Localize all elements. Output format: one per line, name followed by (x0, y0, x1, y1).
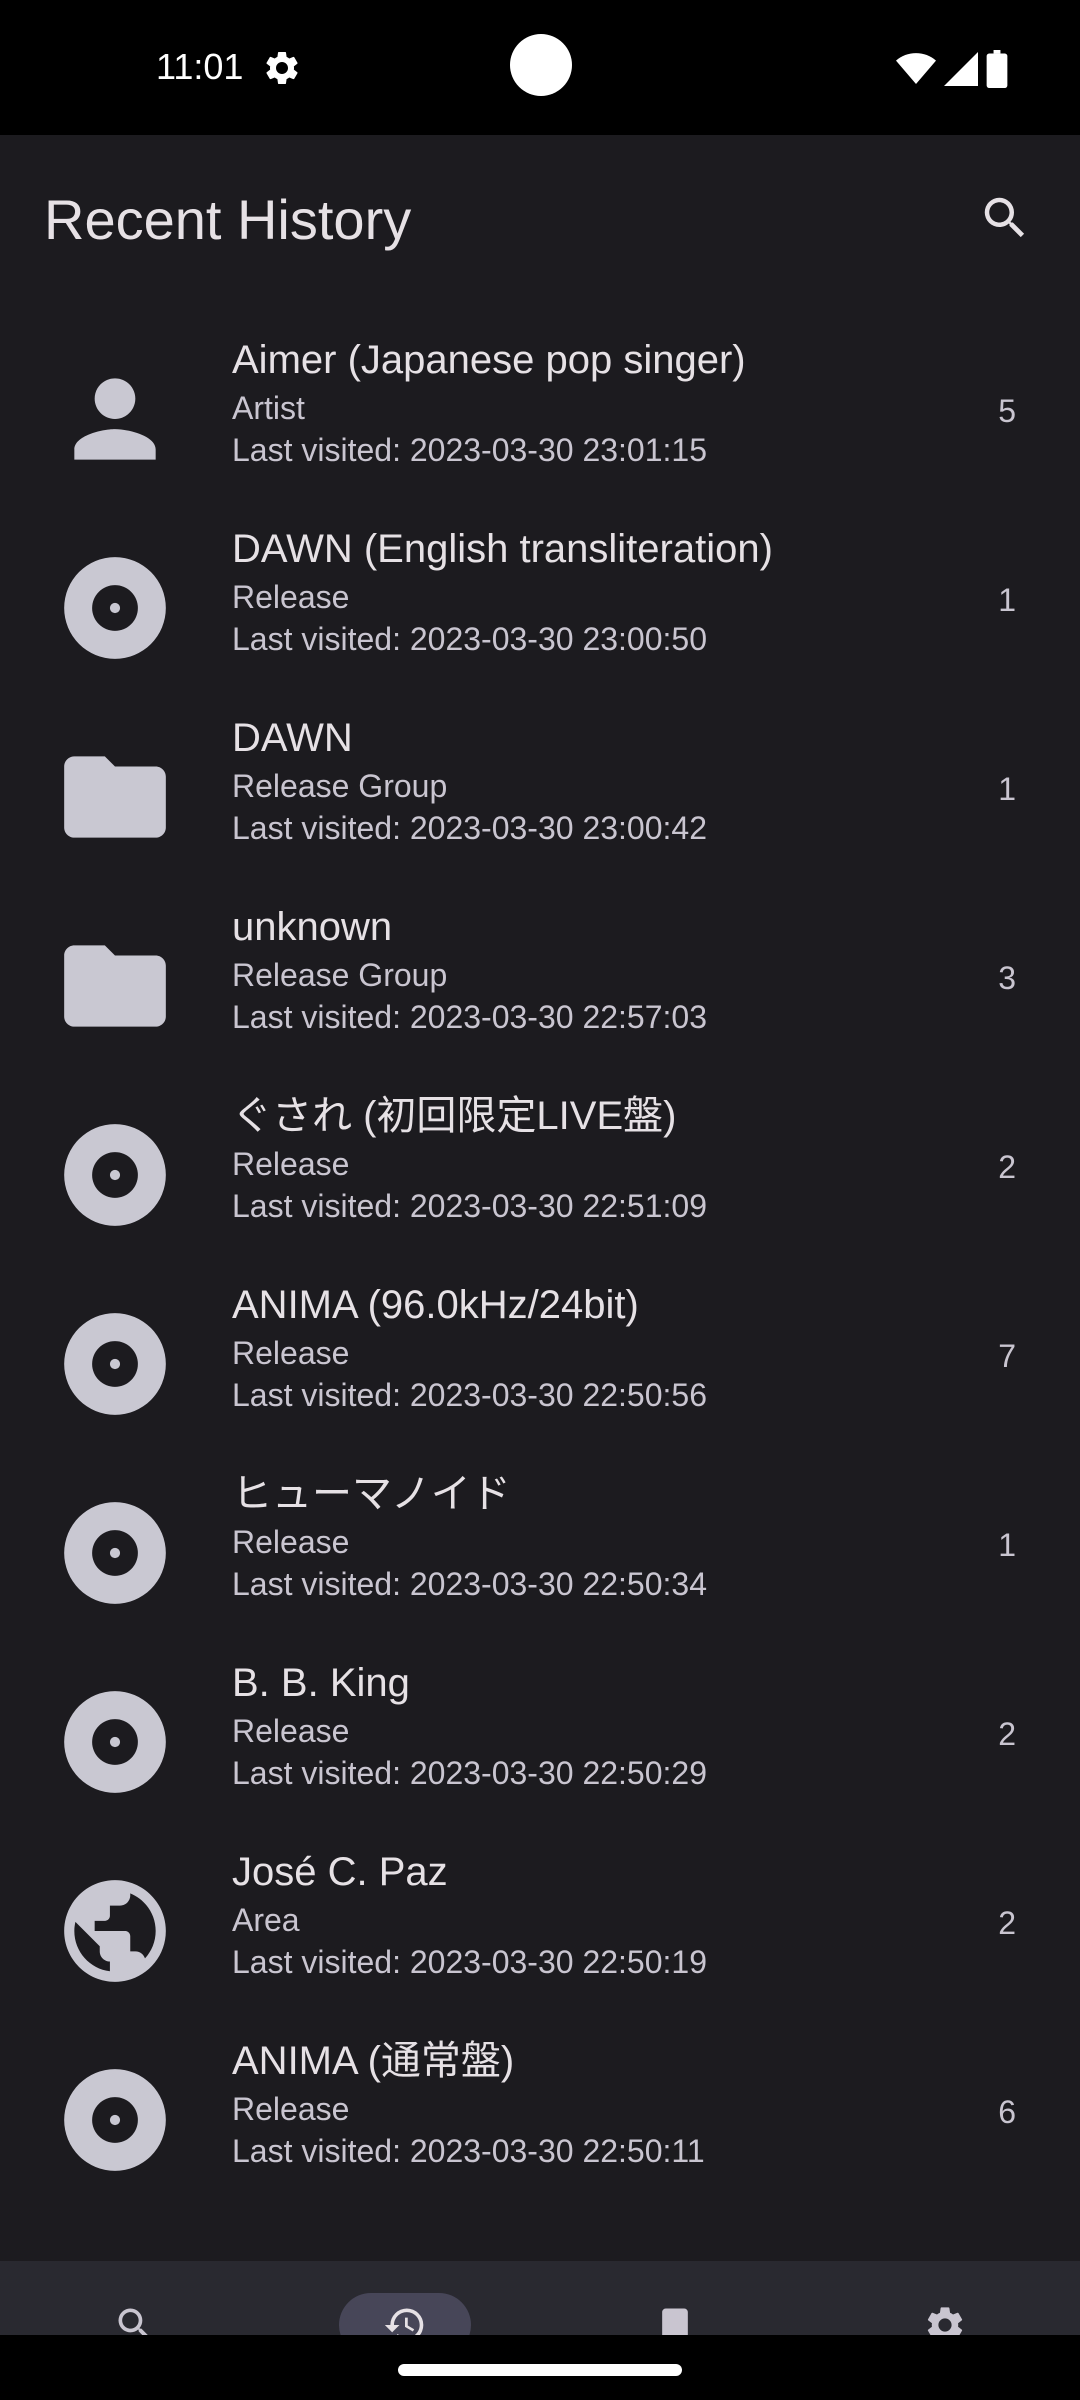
nav-tab-collections[interactable]: Collections (540, 2261, 810, 2335)
history-entity-type: Release (232, 1713, 350, 1749)
history-last-visited: Last visited: 2023-03-30 23:01:15 (232, 432, 707, 468)
status-bar: 11:01 (0, 0, 1080, 135)
history-entity-name: ヒューマノイド (232, 1472, 511, 1516)
person-icon (54, 358, 176, 480)
history-entity-type: Release Group (232, 768, 448, 804)
nav-tab-history[interactable]: History (270, 2261, 540, 2335)
globe-icon (54, 1870, 176, 1992)
camera-cutout (510, 34, 572, 96)
history-last-visited: Last visited: 2023-03-30 22:50:34 (232, 1566, 707, 1602)
signal-icon (944, 52, 978, 86)
history-row[interactable]: unknown Release Group Last visited: 2023-0… (0, 892, 1080, 1081)
battery-icon (986, 50, 1008, 88)
visit-count: 3 (998, 960, 1016, 996)
history-entity-type: Release (232, 1524, 350, 1560)
visit-count: 1 (998, 582, 1016, 618)
history-entity-type: Release (232, 579, 350, 615)
history-entity-name: ANIMA (96.0kHz/24bit) (232, 1283, 639, 1327)
visit-count: 1 (998, 1527, 1016, 1563)
top-app-bar: Recent History (0, 135, 1080, 305)
history-entity-type: Area (232, 1902, 300, 1938)
search-icon[interactable] (978, 191, 1032, 245)
history-entity-type: Release (232, 1146, 350, 1182)
history-row-texts: ANIMA (通常盤) Release Last visited: 2023-03-… (232, 2036, 940, 2172)
page-title: Recent History (44, 188, 412, 251)
history-row-texts: ぐされ (初回限定LIVE盤) Release Last visited: 2023… (232, 1091, 940, 1227)
disc-icon (54, 2059, 176, 2181)
history-row[interactable]: ANIMA (96.0kHz/24bit) Release Last visited… (0, 1270, 1080, 1459)
history-screen: Recent History Aimer (Japanese pop singe… (0, 135, 1080, 2335)
history-row[interactable]: ヒューマノイド Release Last visited: 2023-03-30 2… (0, 1459, 1080, 1648)
history-row[interactable]: ぐされ (初回限定LIVE盤) Release Last visited: 2023… (0, 1081, 1080, 1270)
history-entity-name: DAWN (English transliteration) (232, 527, 773, 571)
folder-icon (54, 925, 176, 1047)
history-entity-type: Release (232, 2091, 350, 2127)
history-list: Aimer (Japanese pop singer) Artist Last vi… (0, 325, 1080, 2215)
visit-count: 6 (998, 2094, 1016, 2130)
history-last-visited: Last visited: 2023-03-30 22:50:29 (232, 1755, 707, 1791)
history-last-visited: Last visited: 2023-03-30 23:00:50 (232, 621, 707, 657)
history-last-visited: Last visited: 2023-03-30 22:50:11 (232, 2133, 705, 2169)
gear-icon (923, 2303, 967, 2335)
status-time: 11:01 (156, 46, 244, 87)
history-last-visited: Last visited: 2023-03-30 22:57:03 (232, 999, 707, 1035)
bottom-navigation: SearchHistoryCollectionsSettings (0, 2261, 1080, 2335)
status-icons (896, 50, 1008, 88)
history-entity-name: Aimer (Japanese pop singer) (232, 338, 746, 382)
history-last-visited: Last visited: 2023-03-30 22:50:19 (232, 1944, 707, 1980)
bookmark-icon (653, 2303, 697, 2335)
visit-count: 2 (998, 1905, 1016, 1941)
history-entity-name: José C. Paz (232, 1850, 448, 1894)
history-entity-name: B. B. King (232, 1661, 410, 1705)
history-entity-name: unknown (232, 905, 393, 949)
history-entity-type: Release (232, 1335, 350, 1371)
visit-count: 5 (998, 393, 1016, 429)
visit-count: 2 (998, 1716, 1016, 1752)
history-last-visited: Last visited: 2023-03-30 22:51:09 (232, 1188, 707, 1224)
history-row[interactable]: Aimer (Japanese pop singer) Artist Last vi… (0, 325, 1080, 514)
history-entity-name: ぐされ (初回限定LIVE盤) (232, 1094, 677, 1138)
history-row-texts: ヒューマノイド Release Last visited: 2023-03-30 2… (232, 1469, 940, 1605)
history-row-texts: unknown Release Group Last visited: 2023-0… (232, 902, 940, 1038)
nav-tab-search[interactable]: Search (0, 2261, 270, 2335)
history-entity-name: DAWN (232, 716, 353, 760)
history-row-texts: B. B. King Release Last visited: 2023-03-3… (232, 1658, 940, 1794)
history-entity-type: Artist (232, 390, 305, 426)
history-row-texts: ANIMA (96.0kHz/24bit) Release Last visited… (232, 1280, 940, 1416)
history-entity-name: ANIMA (通常盤) (232, 2039, 515, 2083)
nav-tab-settings[interactable]: Settings (810, 2261, 1080, 2335)
search-icon (113, 2303, 157, 2335)
visit-count: 7 (998, 1338, 1016, 1374)
history-row[interactable]: B. B. King Release Last visited: 2023-03-3… (0, 1648, 1080, 1837)
history-row[interactable]: DAWN Release Group Last visited: 2023-03-3… (0, 703, 1080, 892)
settings-notification-icon (266, 51, 298, 84)
history-row-texts: José C. Paz Area Last visited: 2023-03-30 … (232, 1847, 940, 1983)
history-row[interactable]: José C. Paz Area Last visited: 2023-03-30 … (0, 1837, 1080, 2026)
history-entity-type: Release Group (232, 957, 448, 993)
visit-count: 2 (998, 1149, 1016, 1185)
disc-icon (54, 547, 176, 669)
folder-icon (54, 736, 176, 858)
wifi-icon (896, 53, 936, 84)
disc-icon (54, 1681, 176, 1803)
history-row-texts: DAWN Release Group Last visited: 2023-03-3… (232, 713, 940, 849)
home-gesture-bar[interactable] (398, 2364, 682, 2376)
disc-icon (54, 1492, 176, 1614)
history-icon (383, 2303, 427, 2335)
history-last-visited: Last visited: 2023-03-30 23:00:42 (232, 810, 707, 846)
history-row-texts: DAWN (English transliteration) Release Las… (232, 524, 940, 660)
gesture-area (0, 2336, 1080, 2400)
history-row[interactable]: DAWN (English transliteration) Release Las… (0, 514, 1080, 703)
history-row-texts: Aimer (Japanese pop singer) Artist Last vi… (232, 335, 940, 471)
history-row[interactable]: ANIMA (通常盤) Release Last visited: 2023-03-… (0, 2026, 1080, 2215)
disc-icon (54, 1114, 176, 1236)
disc-icon (54, 1303, 176, 1425)
history-last-visited: Last visited: 2023-03-30 22:50:56 (232, 1377, 707, 1413)
visit-count: 1 (998, 771, 1016, 807)
